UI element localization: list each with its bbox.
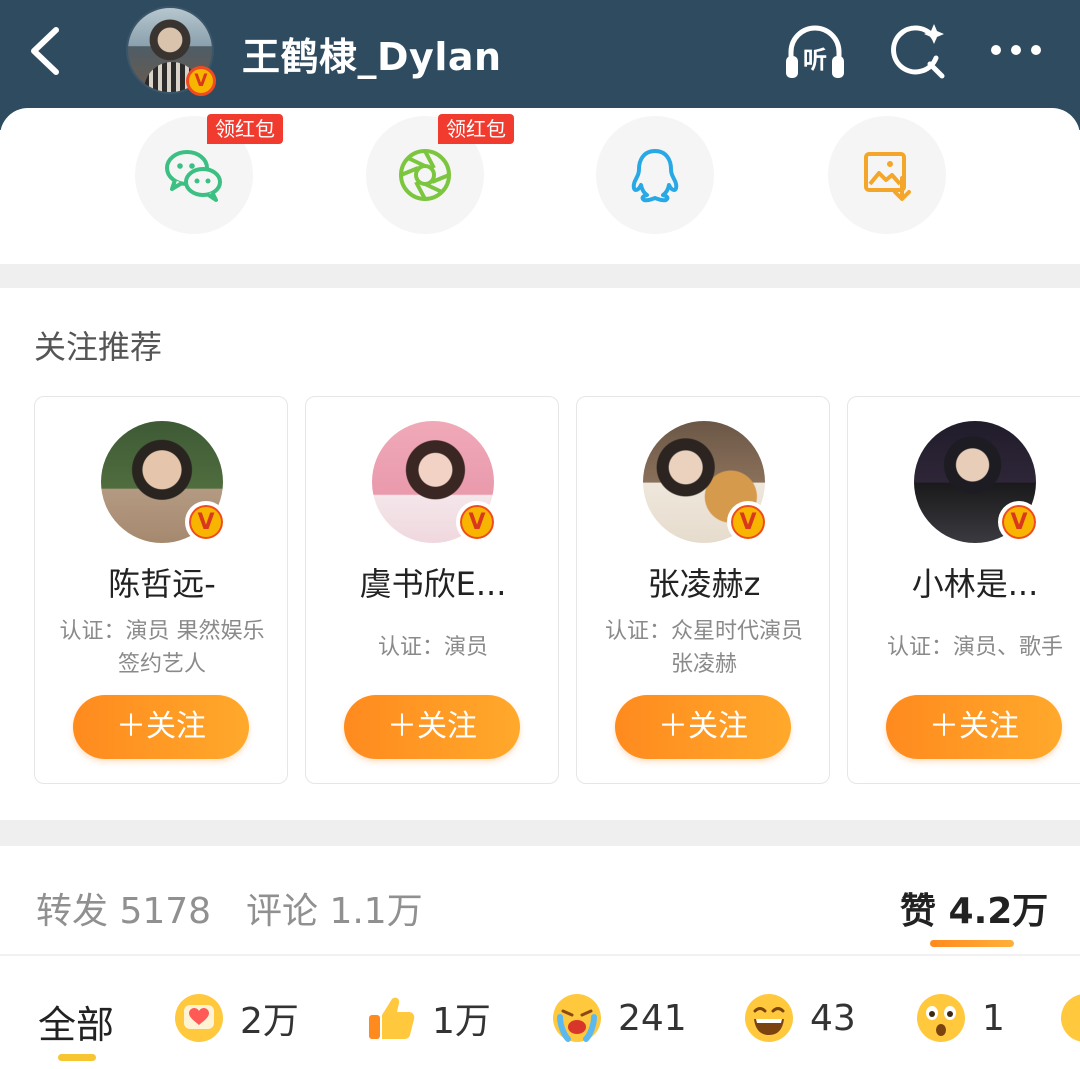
search-button[interactable]	[884, 18, 952, 86]
reaction-filter-row: 全部 2万 1万 241 43 1	[0, 956, 1080, 1069]
reaction-count: 43	[810, 997, 856, 1039]
active-tab-indicator	[930, 940, 1014, 947]
follow-button[interactable]: ＋关注	[886, 695, 1062, 759]
reaction-more[interactable]	[1058, 990, 1080, 1046]
search-icon	[891, 24, 945, 79]
reaction-surprised[interactable]: 1	[914, 990, 1005, 1046]
thumbs-up-icon	[369, 997, 415, 1039]
tab-comment[interactable]: 评论 1.1万	[246, 882, 423, 934]
back-button[interactable]	[22, 22, 72, 80]
recommend-card[interactable]: V 陈哲远- 认证：演员 果然娱乐签约艺人 ＋关注	[34, 396, 288, 784]
follow-button[interactable]: ＋关注	[615, 695, 791, 759]
listen-label: 听	[803, 46, 827, 74]
follow-recommend-title: 关注推荐	[34, 328, 163, 366]
verified-badge-icon: V	[186, 66, 216, 96]
reaction-heart[interactable]: 2万	[172, 990, 299, 1046]
author-name[interactable]: 王鹤棣_Dylan	[242, 26, 502, 81]
listen-button[interactable]: 听	[781, 18, 849, 86]
emoji-icon	[1061, 994, 1080, 1042]
section-divider	[0, 820, 1080, 846]
recommend-desc: 认证：众星时代演员 张凌赫	[604, 619, 803, 677]
save-image-icon	[864, 152, 911, 201]
reaction-count: 1万	[432, 1001, 491, 1042]
crying-emoji-icon	[553, 994, 601, 1042]
red-packet-badge: 领红包	[438, 114, 514, 144]
recommend-desc: 认证：演员、歌手	[886, 635, 1063, 660]
verified-badge-icon: V	[456, 501, 498, 543]
reaction-laughing[interactable]: 43	[742, 990, 856, 1046]
chevron-left-icon	[31, 27, 59, 75]
verified-badge-icon: V	[185, 501, 227, 543]
laughing-emoji-icon	[745, 994, 793, 1042]
active-tab-indicator	[58, 1054, 96, 1061]
surprised-emoji-icon	[917, 994, 965, 1042]
follow-button[interactable]: ＋关注	[73, 695, 249, 759]
heart-emoji-icon	[175, 994, 223, 1042]
headphones-icon: 听	[786, 25, 844, 78]
recommend-card[interactable]: V 虞书欣E... 认证：演员 ＋关注	[305, 396, 559, 784]
wechat-icon	[165, 150, 222, 202]
save-image-button[interactable]	[828, 116, 946, 234]
more-button[interactable]	[982, 18, 1050, 86]
follow-button[interactable]: ＋关注	[344, 695, 520, 759]
tab-repost[interactable]: 转发 5178	[36, 882, 211, 934]
reaction-crying[interactable]: 241	[550, 990, 687, 1046]
recommend-name[interactable]: 小林是...	[848, 559, 1080, 605]
recommend-desc: 认证：演员 果然娱乐签约艺人	[59, 619, 265, 677]
red-packet-badge: 领红包	[207, 114, 283, 144]
reaction-all-tab[interactable]: 全部	[38, 994, 114, 1049]
reaction-count: 1	[982, 997, 1005, 1039]
recommend-name[interactable]: 陈哲远-	[35, 559, 289, 605]
reaction-count: 2万	[240, 1001, 299, 1042]
qq-icon	[631, 149, 679, 203]
verified-badge-icon: V	[727, 501, 769, 543]
recommend-card[interactable]: V 张凌赫z 认证：众星时代演员 张凌赫 ＋关注	[576, 396, 830, 784]
verified-badge-icon: V	[998, 501, 1040, 543]
reaction-count: 241	[618, 997, 687, 1039]
recommend-name[interactable]: 虞书欣E...	[306, 559, 560, 605]
moments-icon	[399, 149, 451, 201]
share-row: 领红包 领红包	[0, 108, 1080, 264]
recommend-desc: 认证：演员	[377, 635, 488, 660]
stats-tabs: 转发 5178 评论 1.1万 赞 4.2万	[0, 846, 1080, 954]
section-divider	[0, 264, 1080, 288]
more-dots-icon	[991, 45, 1041, 55]
share-qq-button[interactable]	[596, 116, 714, 234]
recommend-name[interactable]: 张凌赫z	[577, 559, 831, 605]
reaction-thumbs-up[interactable]: 1万	[364, 990, 491, 1046]
recommend-card[interactable]: V 小林是... 认证：演员、歌手 ＋关注	[847, 396, 1080, 784]
tab-like[interactable]: 赞 4.2万	[900, 882, 1048, 934]
